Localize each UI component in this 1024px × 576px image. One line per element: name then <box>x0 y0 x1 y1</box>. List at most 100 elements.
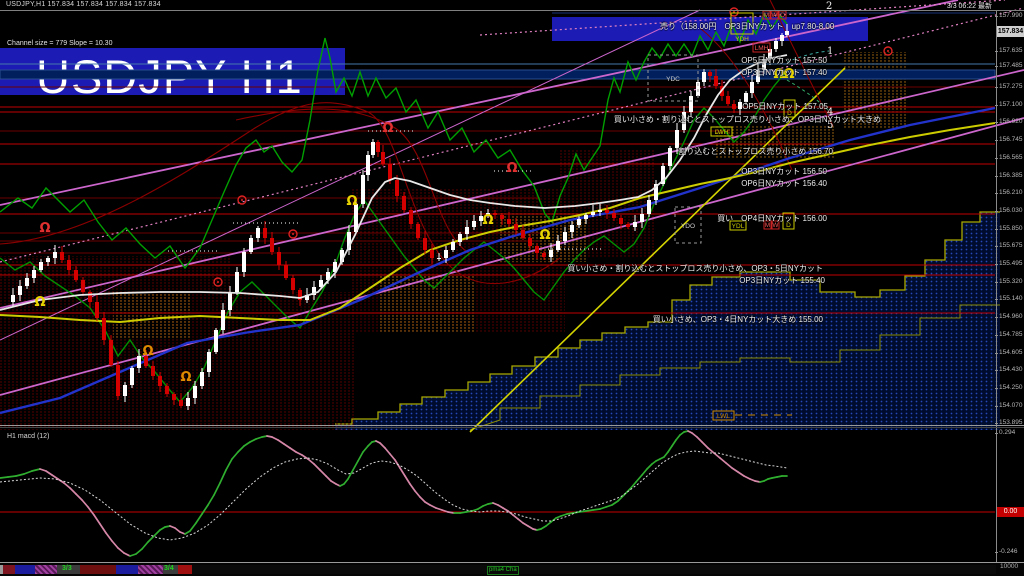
candle-body <box>605 210 609 213</box>
macd-main-line <box>606 505 612 507</box>
omega-reversal-mark: Ω <box>346 194 357 209</box>
chart-timestamp: 3/3 06:22 最新 <box>947 1 992 11</box>
macd-main-line <box>358 452 363 461</box>
macd-main-line <box>676 435 680 440</box>
price-tick-label: 154.430 <box>999 366 1023 373</box>
macd-main-line <box>460 512 466 513</box>
candle-body <box>714 76 718 86</box>
price-tick-label: 157.100 <box>999 101 1023 108</box>
candle-body <box>371 142 375 155</box>
timeline-segment[interactable] <box>178 565 192 574</box>
omega-reversal-mark: Ω <box>506 161 517 176</box>
macd-main-line <box>196 514 202 523</box>
macd-main-line <box>124 553 130 556</box>
candle-body <box>535 246 539 253</box>
omega-reversal-mark: Ω <box>482 213 493 228</box>
macd-main-line <box>82 500 88 507</box>
candle-body <box>74 270 78 280</box>
volume-scale-label: 10000 <box>1000 563 1018 570</box>
candle-body <box>451 242 455 250</box>
candle-body <box>409 210 413 224</box>
macd-main-line <box>518 519 523 523</box>
macd-main-line <box>94 515 100 524</box>
axis-divider <box>996 10 997 574</box>
macd-main-line <box>24 471 32 474</box>
macd-main-line <box>175 528 180 532</box>
candle-body <box>633 222 637 227</box>
macd-main-line <box>244 442 250 446</box>
candle-body <box>207 352 211 372</box>
candle-body <box>53 252 57 258</box>
panel-divider-top[interactable] <box>0 425 1024 426</box>
macd-main-line <box>238 446 244 452</box>
timeline-segment[interactable] <box>116 565 138 574</box>
macd-main-line <box>16 474 24 476</box>
macd-main-line <box>697 437 702 442</box>
timeline-segment[interactable] <box>3 565 15 574</box>
macd-main-line <box>308 459 314 464</box>
price-tick-label: 155.140 <box>999 295 1023 302</box>
macd-main-line <box>380 443 385 448</box>
candle-body <box>388 164 392 180</box>
candle-body <box>95 302 99 318</box>
timeline-scrollbar[interactable]: 3/33/4pma4 Cha <box>0 562 1024 576</box>
price-level-annotation: 割り込むとストップロス売り小さめ 156.70 <box>678 146 833 157</box>
timeline-segment[interactable] <box>15 565 35 574</box>
price-tick-label: 155.675 <box>999 242 1023 249</box>
candle-body <box>67 260 71 270</box>
candle-body <box>521 230 525 238</box>
macd-main-line <box>40 469 46 471</box>
mt4-terminal-window: USDJPY,H1 157.834 157.834 157.834 157.83… <box>0 0 1024 576</box>
marker-box-label: W <box>771 12 778 19</box>
timeline-segment[interactable] <box>80 565 116 574</box>
price-level-annotation: 買い小さめ、OP3・4日NYカット大きめ 155.00 <box>653 314 823 325</box>
candle-body <box>361 175 365 204</box>
price-tick-label: 156.565 <box>999 154 1023 161</box>
price-tick-label: 155.850 <box>999 225 1023 232</box>
chart-canvas[interactable]: USDJPY H1 ΩΩΩΩΩΩΩΩΩΩΩ2145 YDHDDLWHYDLLWL… <box>0 0 1024 576</box>
macd-main-line <box>348 470 353 479</box>
price-level-annotation: 買い OP4日NYカット 156.00 <box>717 213 827 224</box>
macd-main-line <box>726 463 732 468</box>
timeline-segment[interactable] <box>192 565 996 574</box>
omega-reversal-mark: Ω <box>39 221 50 236</box>
signal-circle-dot <box>217 281 219 283</box>
macd-main-line <box>208 495 214 505</box>
macd-main-line <box>436 508 442 510</box>
macd-main-line <box>272 437 278 440</box>
candle-body <box>200 372 204 386</box>
candle-body <box>88 292 92 302</box>
channel-info-label: Channel size = 779 Slope = 10.30 <box>7 40 112 47</box>
candle-body <box>430 250 434 258</box>
macd-main-line <box>70 488 76 494</box>
macd-main-line <box>612 501 618 505</box>
candle-body <box>130 368 134 385</box>
candle-body <box>612 213 616 218</box>
macd-main-line <box>702 442 708 448</box>
candle-body <box>32 270 36 278</box>
macd-main-line <box>400 468 405 476</box>
macd-main-line <box>118 548 124 553</box>
price-level-annotation: 売り（158.00円 OP3日NYカット up7.80-8.00 <box>660 21 834 32</box>
marker-box-label: O <box>780 12 785 19</box>
macd-main-line <box>130 554 136 556</box>
candle-body <box>214 330 218 352</box>
candle-body <box>291 278 295 290</box>
price-tick-label: 154.070 <box>999 402 1023 409</box>
macd-main-line <box>220 470 226 483</box>
macd-main-line <box>448 512 454 513</box>
macd-main-line <box>185 531 190 534</box>
macd-main-line <box>88 507 94 515</box>
candle-body <box>416 224 420 238</box>
timeline-segment[interactable] <box>35 565 57 574</box>
macd-main-line <box>425 502 430 505</box>
marker-box-label: YDC <box>666 76 680 83</box>
candle-body <box>465 227 469 234</box>
timeline-segment[interactable] <box>138 565 163 574</box>
candle-body <box>102 318 106 340</box>
macd-main-line <box>541 526 546 529</box>
macd-main-line <box>112 541 118 548</box>
omega-reversal-mark: Ω <box>34 295 45 310</box>
candle-body <box>242 252 246 272</box>
macd-main-line <box>415 491 420 497</box>
